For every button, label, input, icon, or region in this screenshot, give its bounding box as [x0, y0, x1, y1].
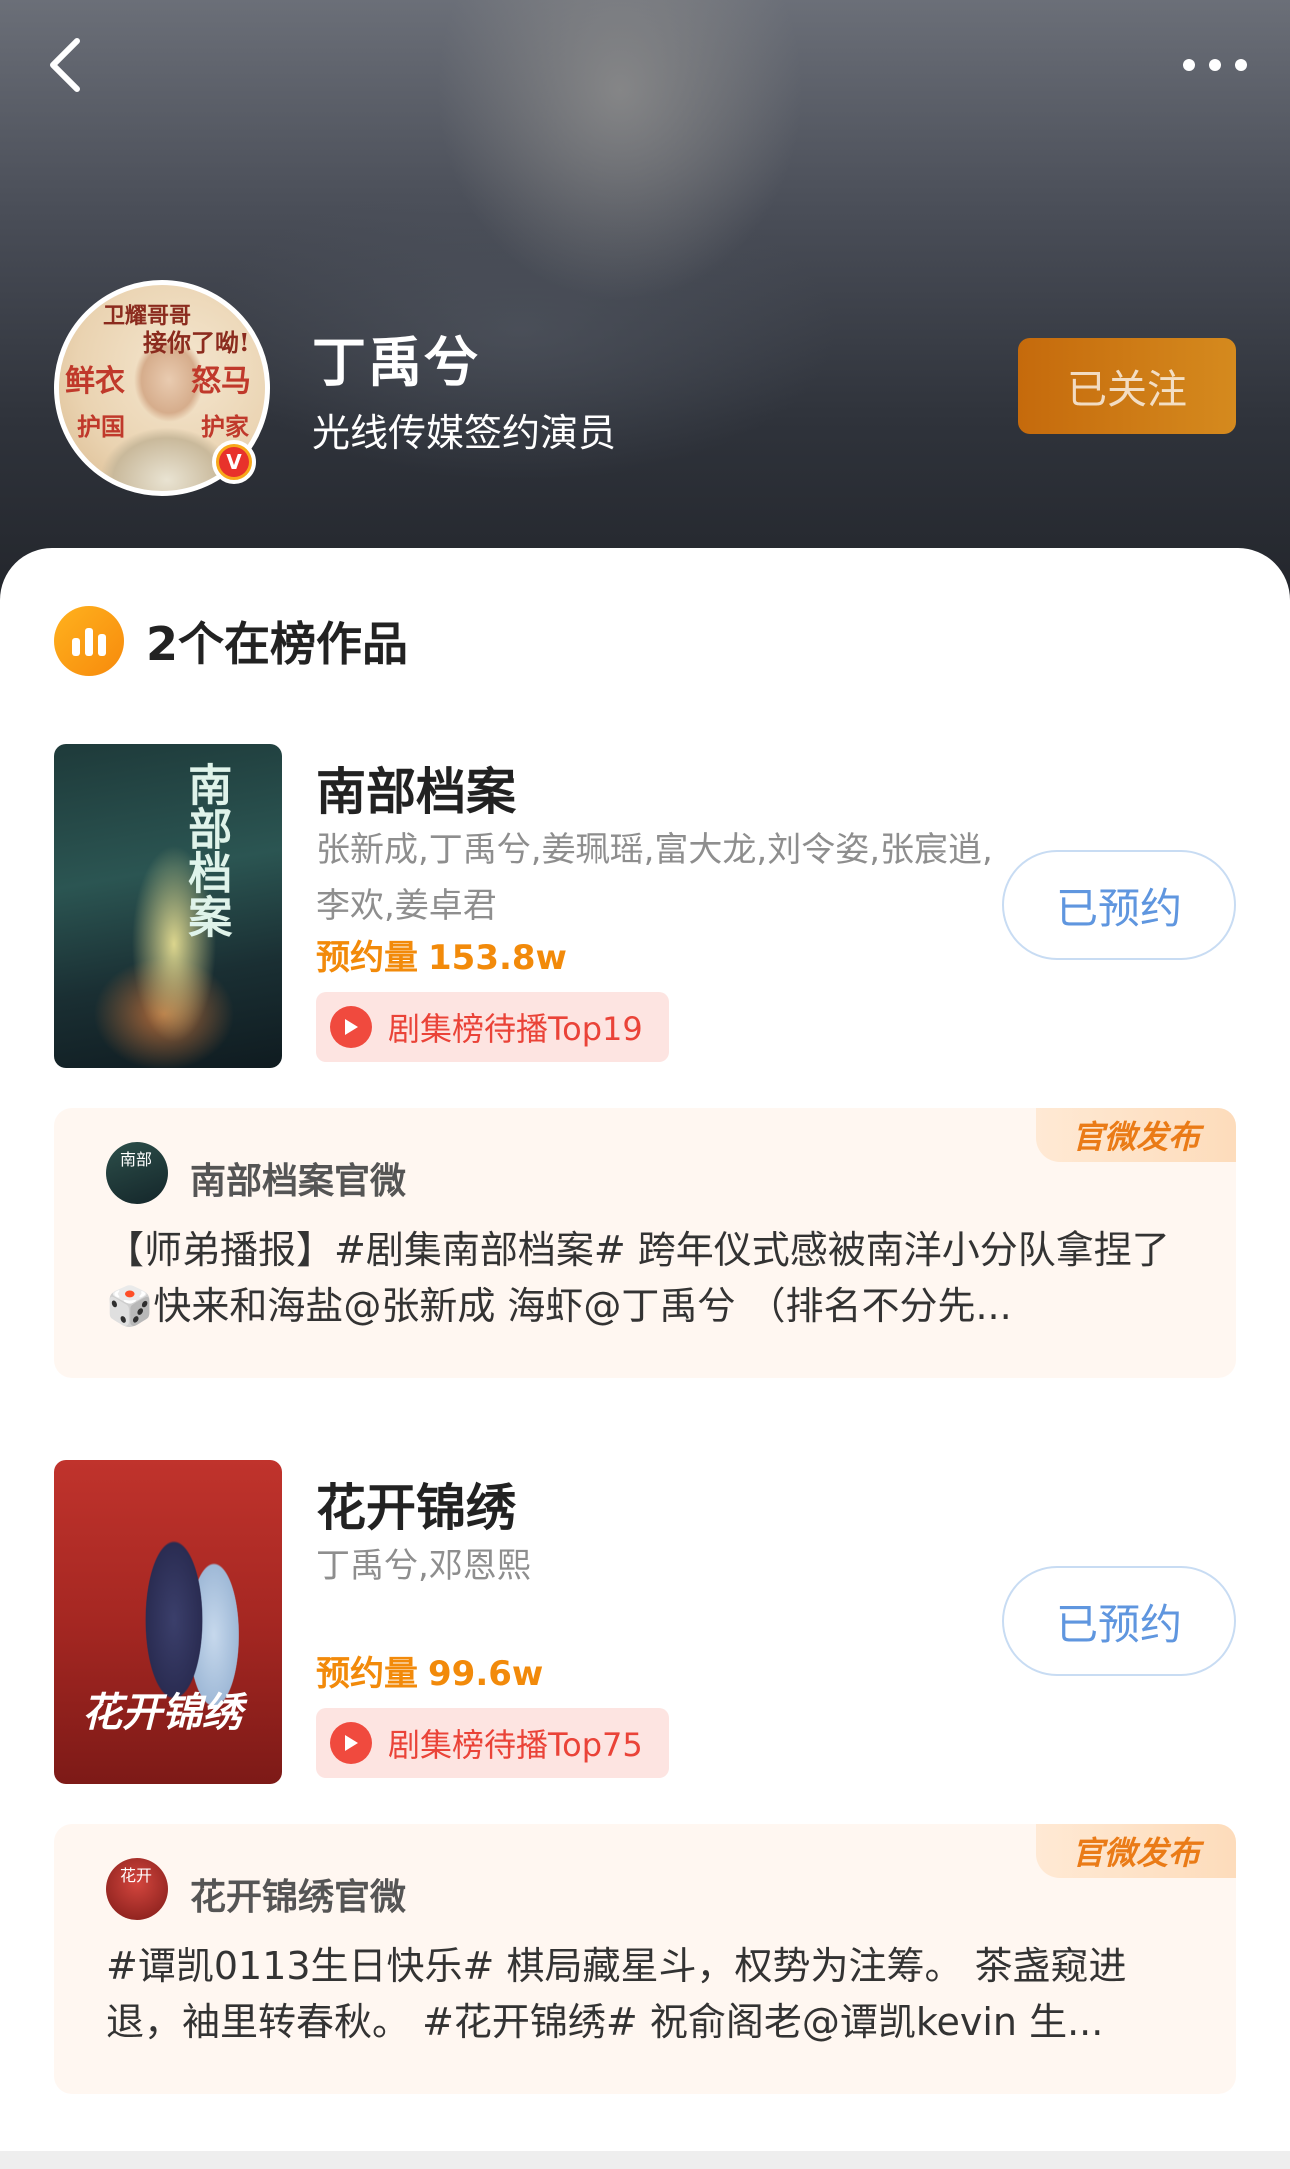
- verified-badge-icon: V: [212, 440, 256, 484]
- reserve-count: 预约量 153.8w: [316, 930, 567, 979]
- official-post-card[interactable]: 官微发布 花开 花开锦绣官微 #谭凯0113生日快乐# 棋局藏星斗，权势为注筹。…: [54, 1824, 1236, 2094]
- back-button[interactable]: [30, 30, 100, 100]
- reserve-count: 预约量 99.6w: [316, 1646, 543, 1695]
- reserve-label: 预约量: [316, 1654, 418, 1694]
- post-author[interactable]: 花开锦绣官微: [190, 1868, 406, 1920]
- section-title: 2个在榜作品: [146, 617, 409, 671]
- poster-title: 花开锦绣: [82, 1689, 242, 1736]
- work-item[interactable]: 花开锦绣 花开锦绣 丁禹兮,邓恩熙 预约量 99.6w 剧集榜待播Top75 已预…: [54, 1460, 1236, 1784]
- rank-tag[interactable]: 剧集榜待播Top75: [316, 1708, 669, 1778]
- post-text[interactable]: 【师弟播报】#剧集南部档案# 跨年仪式感被南洋小分队拿捏了🎲快来和海盐@张新成 …: [106, 1222, 1196, 1334]
- avatar-caption: 鲜衣: [65, 364, 125, 399]
- post-text[interactable]: #谭凯0113生日快乐# 棋局藏星斗，权势为注筹。 茶盏窥进退，袖里转春秋。 #…: [106, 1938, 1196, 2050]
- work-cast: 丁禹兮,邓恩熙: [316, 1546, 531, 1586]
- verify-mark: V: [219, 447, 249, 477]
- chevron-left-icon: [50, 38, 80, 92]
- rank-label: 剧集榜待播Top19: [388, 1010, 643, 1048]
- official-post-card[interactable]: 官微发布 南部 南部档案官微 【师弟播报】#剧集南部档案# 跨年仪式感被南洋小分…: [54, 1108, 1236, 1378]
- post-tag: 官微发布: [1036, 1824, 1236, 1878]
- post-author[interactable]: 南部档案官微: [190, 1152, 406, 1204]
- reserve-value: 99.6w: [428, 1654, 544, 1694]
- post-avatar-text: 南部: [120, 1150, 153, 1169]
- more-button[interactable]: [1170, 38, 1260, 92]
- avatar-caption: 护家: [201, 412, 249, 441]
- avatar-caption: 怒马: [191, 364, 251, 399]
- profile-name: 丁禹兮: [312, 331, 480, 394]
- work-poster[interactable]: 南部档案: [54, 744, 282, 1068]
- profile-header: 卫耀哥哥 接你了呦! 鲜衣 怒马 护国 护家 V 丁禹兮 光线传媒签约演员 已关…: [0, 0, 1290, 600]
- profile-description: 光线传媒签约演员: [312, 411, 617, 455]
- avatar-caption: 接你了呦!: [143, 328, 250, 357]
- avatar-caption: 卫耀哥哥: [103, 303, 192, 329]
- reserve-button[interactable]: 已预约: [1002, 850, 1236, 960]
- reserve-label: 预约量: [316, 938, 418, 978]
- rank-tag[interactable]: 剧集榜待播Top19: [316, 992, 669, 1062]
- play-icon: [330, 1722, 372, 1764]
- work-title[interactable]: 花开锦绣: [316, 1468, 516, 1540]
- work-item[interactable]: 南部档案 南部档案 张新成,丁禹兮,姜珮瑶,富大龙,刘令姿,张宸逍,李欢,姜卓君…: [54, 744, 1236, 1068]
- bar-chart-icon: [54, 606, 124, 676]
- poster-title: 南部档案: [180, 762, 232, 938]
- section-header: 2个在榜作品: [54, 606, 408, 676]
- ranked-works-panel: 2个在榜作品 南部档案 南部档案 张新成,丁禹兮,姜珮瑶,富大龙,刘令姿,张宸逍…: [0, 548, 1290, 2169]
- post-avatar[interactable]: 南部: [106, 1142, 168, 1204]
- work-cast: 张新成,丁禹兮,姜珮瑶,富大龙,刘令姿,张宸逍,李欢,姜卓君: [316, 830, 993, 926]
- reserve-value: 153.8w: [428, 938, 567, 978]
- post-tag: 官微发布: [1036, 1108, 1236, 1162]
- avatar-caption: 护国: [77, 412, 125, 441]
- work-title[interactable]: 南部档案: [316, 752, 516, 824]
- play-icon: [330, 1006, 372, 1048]
- rank-label: 剧集榜待播Top75: [388, 1726, 643, 1764]
- more-dots-icon: [1183, 59, 1247, 71]
- bottom-divider: [0, 2151, 1290, 2169]
- post-avatar[interactable]: 花开: [106, 1858, 168, 1920]
- reserve-button[interactable]: 已预约: [1002, 1566, 1236, 1676]
- follow-button[interactable]: 已关注: [1018, 338, 1236, 434]
- post-avatar-text: 花开: [120, 1866, 153, 1885]
- work-poster[interactable]: 花开锦绣: [54, 1460, 282, 1784]
